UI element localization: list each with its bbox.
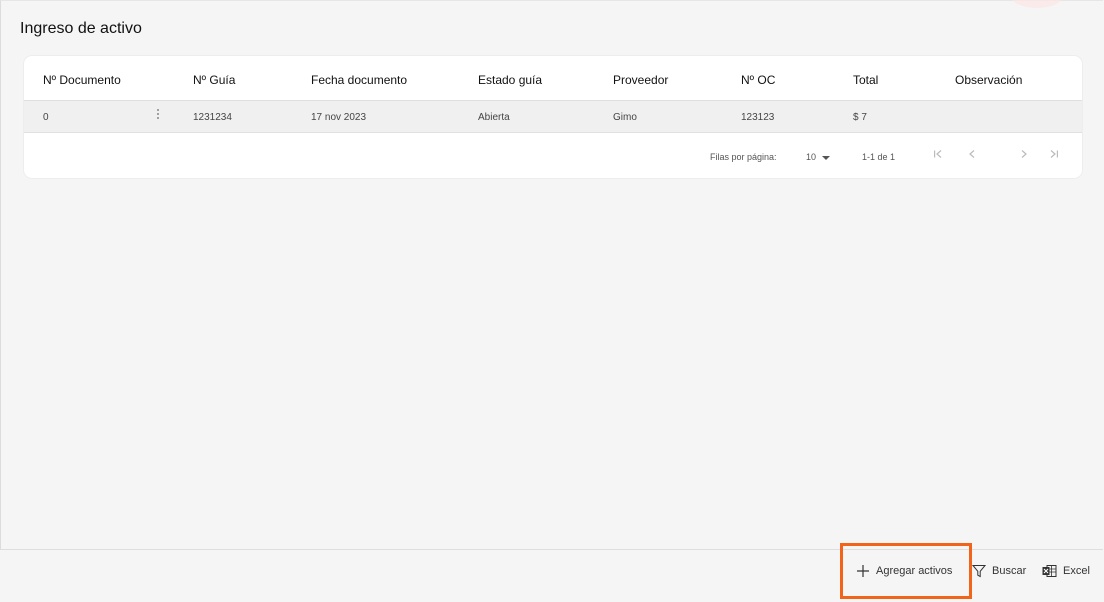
- prev-page-icon[interactable]: [965, 149, 979, 163]
- col-header-oc[interactable]: Nº OC: [741, 73, 775, 87]
- cell-guia: 1231234: [193, 112, 232, 123]
- last-page-icon[interactable]: [1047, 149, 1061, 163]
- excel-button[interactable]: Excel: [1042, 563, 1090, 579]
- chevron-down-icon: [822, 155, 831, 160]
- first-page-icon[interactable]: [931, 149, 945, 163]
- next-page-icon[interactable]: [1017, 149, 1031, 163]
- col-header-observacion[interactable]: Observación: [955, 73, 1022, 87]
- rows-per-page-value: 10: [806, 152, 817, 162]
- page-title: Ingreso de activo: [20, 20, 142, 37]
- table-row[interactable]: 0 1231234 17 nov 2023 Abierta Gimo 12312…: [24, 101, 1082, 133]
- cell-estado: Abierta: [478, 112, 510, 123]
- data-table-card: Nº Documento Nº Guía Fecha documento Est…: [24, 56, 1082, 178]
- search-button[interactable]: Buscar: [972, 563, 1026, 579]
- col-header-guia[interactable]: Nº Guía: [193, 73, 235, 87]
- col-header-documento[interactable]: Nº Documento: [43, 73, 121, 87]
- cell-fecha: 17 nov 2023: [311, 112, 367, 123]
- cell-oc: 123123: [741, 112, 775, 123]
- col-header-proveedor[interactable]: Proveedor: [613, 73, 668, 87]
- col-header-estado[interactable]: Estado guía: [478, 73, 542, 87]
- highlight-box: [840, 543, 972, 599]
- cell-total: $ 7: [853, 112, 867, 123]
- table-header: Nº Documento Nº Guía Fecha documento Est…: [24, 56, 1082, 101]
- cell-proveedor: Gimo: [613, 112, 637, 123]
- page-range: 1-1 de 1: [862, 152, 896, 162]
- kebab-menu-icon[interactable]: [155, 109, 161, 123]
- rows-per-page-label: Filas por página:: [710, 152, 777, 162]
- excel-label: Excel: [1063, 565, 1090, 577]
- search-label: Buscar: [992, 565, 1027, 577]
- excel-icon: [1042, 565, 1057, 577]
- col-header-total[interactable]: Total: [853, 73, 878, 87]
- cell-documento: 0: [43, 112, 49, 123]
- filter-icon: [972, 565, 986, 578]
- col-header-fecha[interactable]: Fecha documento: [311, 73, 407, 87]
- rows-per-page-select[interactable]: 10: [806, 152, 831, 162]
